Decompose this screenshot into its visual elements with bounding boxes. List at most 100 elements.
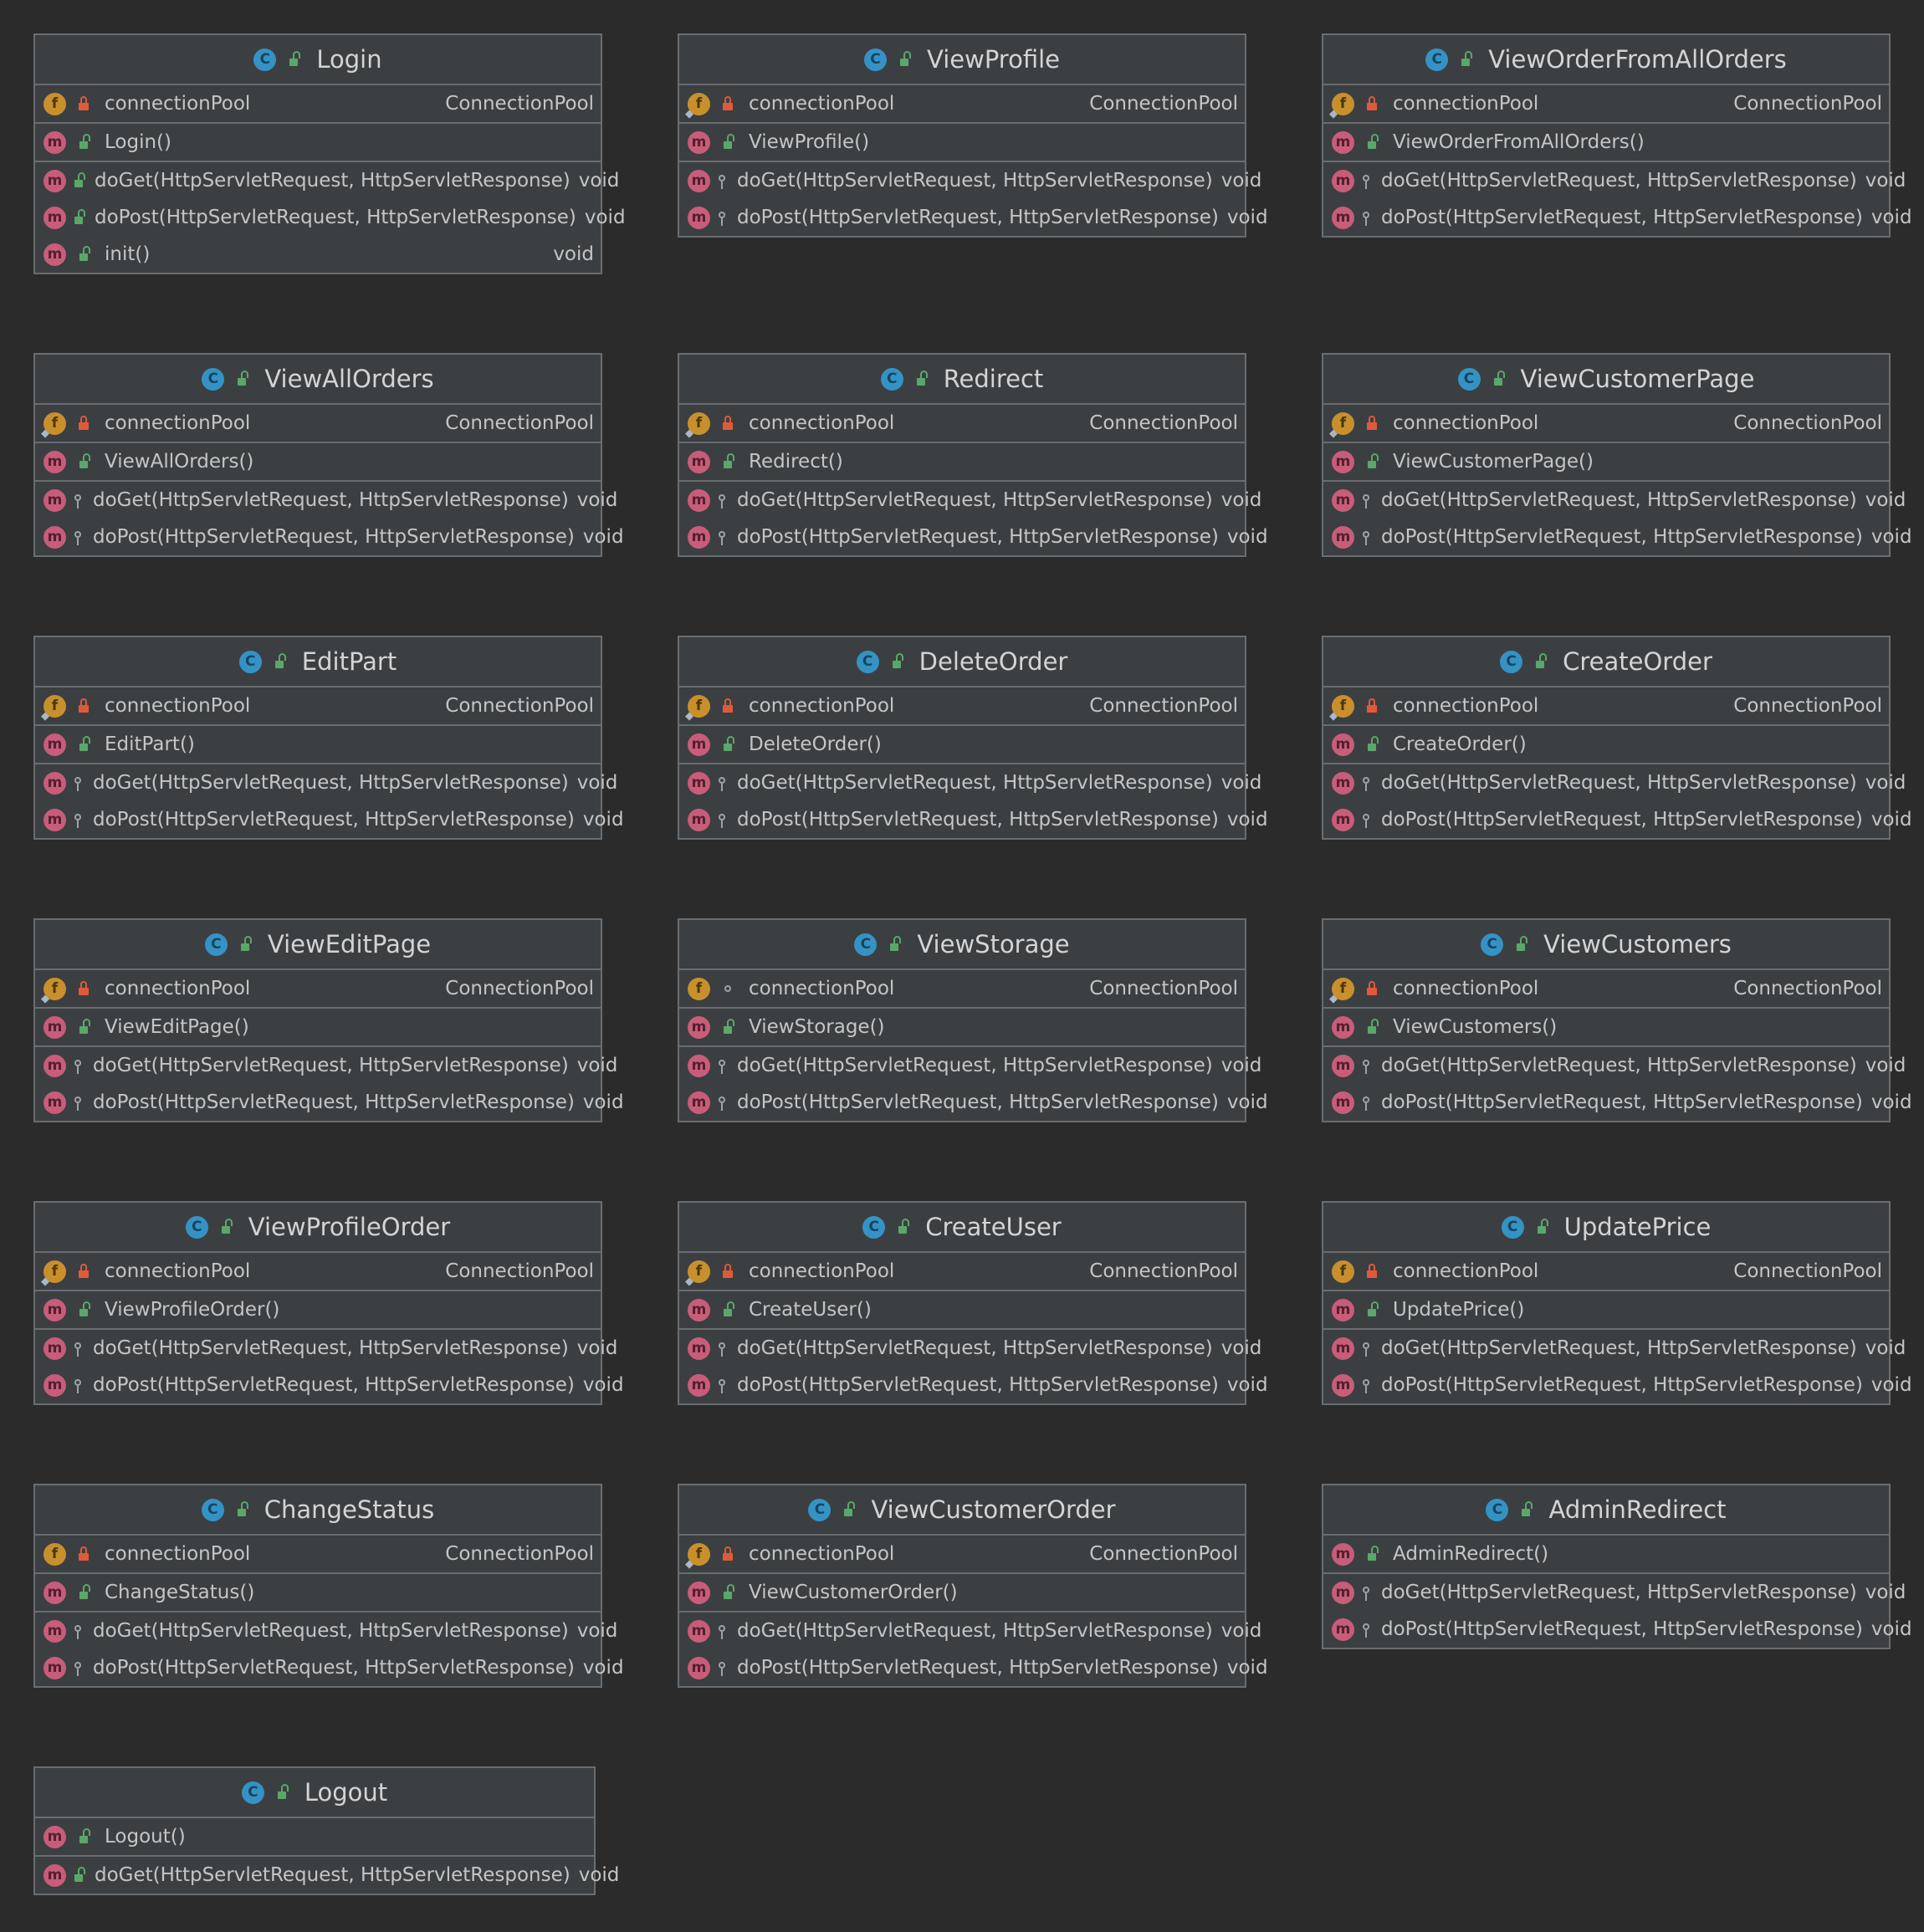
class-header[interactable]: C ChangeStatus [35,1485,601,1536]
field-row[interactable]: f ◆ connectionPool ConnectionPool [1323,970,1889,1007]
method-row[interactable]: m doPost(HttpServletRequest, HttpServletR… [679,1367,1268,1403]
class-box-view-customer-page[interactable]: C ViewCustomerPage f ◆ connectionPool Connect… [1322,353,1912,557]
method-row[interactable]: m doPost(HttpServletRequest, HttpServletR… [35,1084,624,1121]
class-header[interactable]: C ViewProfile [679,35,1245,85]
class-header[interactable]: C ViewAllOrders [35,355,601,405]
method-row[interactable]: m doGet(HttpServletRequest, HttpServletRe… [1323,1574,1906,1611]
field-row[interactable]: f ◆ connectionPool ConnectionPool [35,687,601,724]
constructor-row[interactable]: m CreateOrder() [1323,726,1889,763]
method-row[interactable]: m doGet(HttpServletRequest, HttpServletRe… [35,1613,617,1649]
constructor-row[interactable]: m EditPart() [35,726,601,763]
class-box-logout[interactable]: C Logout m Logout() m doGet(HttpServletReques… [33,1766,619,1895]
constructor-row[interactable]: m DeleteOrder() [679,726,1245,763]
constructor-row[interactable]: m ViewCustomers() [1323,1009,1889,1045]
constructor-row[interactable]: m Redirect() [679,443,1245,480]
method-row[interactable]: m doPost(HttpServletRequest, HttpServletR… [1323,1367,1912,1403]
constructor-row[interactable]: m ViewStorage() [679,1009,1245,1045]
method-row[interactable]: m doGet(HttpServletRequest, HttpServletRe… [679,482,1261,519]
class-header[interactable]: C UpdatePrice [1323,1203,1889,1253]
constructor-row[interactable]: m ViewProfileOrder() [35,1291,601,1328]
constructor-row[interactable]: m Logout() [35,1818,594,1855]
method-row[interactable]: m doGet(HttpServletRequest, HttpServletRe… [35,1047,617,1084]
class-box-delete-order[interactable]: C DeleteOrder f ◆ connectionPool ConnectionPo… [678,636,1268,840]
class-header[interactable]: C DeleteOrder [679,637,1245,687]
method-row[interactable]: m doGet(HttpServletRequest, HttpServletRe… [35,1857,619,1894]
field-row[interactable]: f ◆ connectionPool ConnectionPool [679,85,1245,122]
constructor-row[interactable]: m CreateUser() [679,1291,1245,1328]
method-row[interactable]: m doGet(HttpServletRequest, HttpServletRe… [679,1613,1261,1649]
constructor-row[interactable]: m ViewEditPage() [35,1009,601,1045]
class-header[interactable]: C ViewProfileOrder [35,1203,601,1253]
method-row[interactable]: m doPost(HttpServletRequest, HttpServletR… [35,1649,624,1686]
class-header[interactable]: C EditPart [35,637,601,687]
method-row[interactable]: m doPost(HttpServletRequest, HttpServletR… [679,519,1268,555]
method-row[interactable]: m doPost(HttpServletRequest, HttpServletR… [1323,519,1912,555]
class-box-login[interactable]: C Login f connectionPool ConnectionPool m Logi… [33,33,626,274]
method-row[interactable]: m doPost(HttpServletRequest, HttpServletR… [1323,199,1912,236]
constructor-row[interactable]: m ViewCustomerPage() [1323,443,1889,480]
method-row[interactable]: m init() void [35,236,601,273]
class-box-view-profile[interactable]: C ViewProfile f ◆ connectionPool ConnectionPo… [678,33,1268,238]
method-row[interactable]: m doGet(HttpServletRequest, HttpServletRe… [679,162,1261,199]
class-header[interactable]: C Logout [35,1768,594,1818]
field-row[interactable]: f ◆ connectionPool ConnectionPool [1323,85,1889,122]
class-box-view-all-orders[interactable]: C ViewAllOrders f ◆ connectionPool Connection… [33,353,624,557]
method-row[interactable]: m doGet(HttpServletRequest, HttpServletRe… [1323,1047,1906,1084]
class-box-update-price[interactable]: C UpdatePrice f connectionPool ConnectionPoo… [1322,1201,1912,1405]
method-row[interactable]: m doGet(HttpServletRequest, HttpServletRe… [35,162,619,199]
class-box-view-customers[interactable]: C ViewCustomers f ◆ connectionPool Connection… [1322,918,1912,1122]
class-header[interactable]: C AdminRedirect [1323,1485,1889,1536]
method-row[interactable]: m doGet(HttpServletRequest, HttpServletRe… [35,764,617,801]
class-box-redirect[interactable]: C Redirect f ◆ connectionPool ConnectionPool m… [678,353,1268,557]
class-header[interactable]: C CreateUser [679,1203,1245,1253]
field-row[interactable]: f ◆ connectionPool ConnectionPool [35,405,601,442]
method-row[interactable]: m doGet(HttpServletRequest, HttpServletRe… [1323,482,1906,519]
class-box-create-order[interactable]: C CreateOrder f ◆ connectionPool ConnectionPo… [1322,636,1912,840]
field-row[interactable]: f ◆ connectionPool ConnectionPool [679,405,1245,442]
class-box-view-edit-page[interactable]: C ViewEditPage f ◆ connectionPool ConnectionP… [33,918,624,1122]
constructor-row[interactable]: m ChangeStatus() [35,1574,601,1611]
constructor-row[interactable]: m ViewOrderFromAllOrders() [1323,124,1889,161]
field-row[interactable]: f ◆ connectionPool ConnectionPool [1323,405,1889,442]
class-header[interactable]: C ViewCustomerOrder [679,1485,1245,1536]
method-row[interactable]: m doPost(HttpServletRequest, HttpServletR… [1323,1084,1912,1121]
method-row[interactable]: m doGet(HttpServletRequest, HttpServletRe… [1323,764,1906,801]
class-box-admin-redirect[interactable]: C AdminRedirect m AdminRedirect() m doGet(Htt… [1322,1484,1912,1649]
constructor-row[interactable]: m AdminRedirect() [1323,1536,1889,1572]
constructor-row[interactable]: m UpdatePrice() [1323,1291,1889,1328]
class-box-view-customer-order[interactable]: C ViewCustomerOrder f ◆ connectionPool Connec… [678,1484,1268,1688]
class-box-create-user[interactable]: C CreateUser f ◆ connectionPool ConnectionPoo… [678,1201,1268,1405]
method-row[interactable]: m doPost(HttpServletRequest, HttpServletR… [679,1649,1268,1686]
field-row[interactable]: f ◆ connectionPool ConnectionPool [1323,687,1889,724]
class-header[interactable]: C Redirect [679,355,1245,405]
method-row[interactable]: m doPost(HttpServletRequest, HttpServletR… [679,1084,1268,1121]
field-row[interactable]: f connectionPool ConnectionPool [35,85,601,122]
constructor-row[interactable]: m ViewProfile() [679,124,1245,161]
field-row[interactable]: f connectionPool ConnectionPool [35,1536,601,1572]
method-row[interactable]: m doPost(HttpServletRequest, HttpServletR… [1323,801,1912,838]
method-row[interactable]: m doPost(HttpServletRequest, HttpServletR… [1323,1611,1912,1648]
field-row[interactable]: f connectionPool ConnectionPool [679,970,1245,1007]
field-row[interactable]: f ◆ connectionPool ConnectionPool [679,1536,1245,1572]
class-header[interactable]: C ViewStorage [679,920,1245,970]
method-row[interactable]: m doGet(HttpServletRequest, HttpServletRe… [1323,162,1906,199]
class-box-edit-part[interactable]: C EditPart f ◆ connectionPool ConnectionPool m… [33,636,624,840]
method-row[interactable]: m doPost(HttpServletRequest, HttpServletR… [35,199,626,236]
method-row[interactable]: m doPost(HttpServletRequest, HttpServletR… [35,801,624,838]
class-box-view-storage[interactable]: C ViewStorage f connectionPool ConnectionPoo… [678,918,1268,1122]
method-row[interactable]: m doGet(HttpServletRequest, HttpServletRe… [679,764,1261,801]
constructor-row[interactable]: m Login() [35,124,601,161]
field-row[interactable]: f ◆ connectionPool ConnectionPool [679,1253,1245,1290]
method-row[interactable]: m doGet(HttpServletRequest, HttpServletRe… [35,1330,617,1367]
class-header[interactable]: C ViewOrderFromAllOrders [1323,35,1889,85]
field-row[interactable]: f ◆ connectionPool ConnectionPool [679,687,1245,724]
class-header[interactable]: C ViewCustomers [1323,920,1889,970]
method-row[interactable]: m doPost(HttpServletRequest, HttpServletR… [35,1367,624,1403]
field-row[interactable]: f connectionPool ConnectionPool [1323,1253,1889,1290]
constructor-row[interactable]: m ViewAllOrders() [35,443,601,480]
method-row[interactable]: m doGet(HttpServletRequest, HttpServletRe… [679,1330,1261,1367]
method-row[interactable]: m doPost(HttpServletRequest, HttpServletR… [679,199,1268,236]
field-row[interactable]: f ◆ connectionPool ConnectionPool [35,970,601,1007]
class-box-change-status[interactable]: C ChangeStatus f connectionPool ConnectionPo… [33,1484,624,1688]
method-row[interactable]: m doPost(HttpServletRequest, HttpServletR… [35,519,624,555]
